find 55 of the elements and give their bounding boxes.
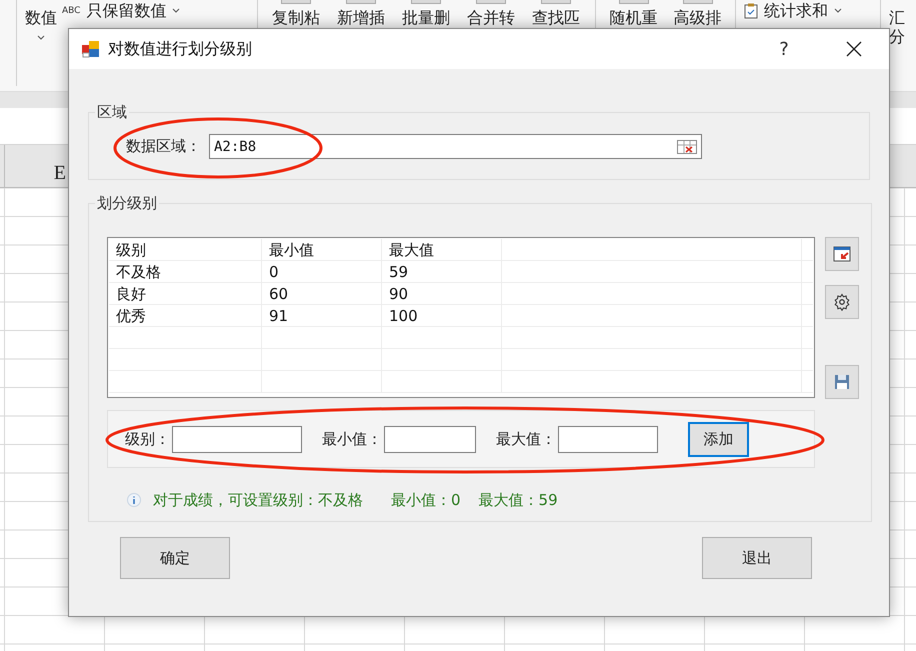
abc-icon: ABC [62, 6, 80, 16]
field-label: 级别： [125, 430, 170, 448]
settings-button[interactable] [825, 285, 859, 319]
ribbon-label[interactable]: 批量删 [402, 8, 450, 27]
table-cell: 90 [382, 283, 502, 304]
group-legend: 划分级别 [95, 194, 159, 213]
table-cell: 不及格 [109, 261, 262, 282]
table-cell: 60 [262, 283, 382, 304]
ok-button[interactable]: 确定 [120, 537, 230, 579]
input-field[interactable] [172, 426, 302, 452]
table-cell: 100 [382, 305, 502, 326]
ribbon-label[interactable]: 汇 [889, 8, 905, 27]
field-label: 最大值： [496, 430, 556, 448]
save-button[interactable] [825, 365, 859, 399]
input-field[interactable] [558, 426, 658, 452]
table-cell: 优秀 [109, 305, 262, 326]
caret-icon [37, 35, 45, 41]
window-title: 对数值进行划分级别 [108, 38, 253, 60]
help-button[interactable]: ? [749, 38, 819, 60]
import-button[interactable] [825, 237, 859, 271]
settings-icon [833, 293, 851, 311]
range-picker-icon[interactable] [677, 140, 697, 154]
field-label: 最小值： [322, 430, 382, 448]
ribbon-label[interactable]: 合并转 [467, 8, 515, 27]
caret-icon [172, 8, 180, 14]
app-icon [82, 40, 100, 58]
ribbon-label[interactable]: 复制粘 [272, 8, 320, 27]
column-header[interactable]: 级别 [109, 239, 262, 260]
ribbon-label[interactable]: 只保留数值 [86, 1, 166, 20]
ribbon-label[interactable]: 统计求和 [764, 1, 828, 20]
close-icon [846, 41, 862, 57]
ribbon-label[interactable]: 新增插 [337, 8, 385, 27]
hint-text: 对于成绩，可设置级别：不及格 [153, 490, 363, 510]
group-legend: 区域 [95, 103, 129, 122]
table-cell: 良好 [109, 283, 262, 304]
ribbon-label[interactable]: 分 [889, 27, 905, 46]
input-field[interactable] [384, 426, 476, 452]
hint-text: 最小值：0 [391, 490, 461, 510]
column-header[interactable]: 最大值 [382, 239, 502, 260]
column-header[interactable]: 最小值 [262, 239, 382, 260]
hint-text: 最大值：59 [478, 490, 558, 510]
clipboard-icon [744, 2, 758, 18]
add-button[interactable]: 添加 [688, 422, 749, 456]
ribbon-label[interactable]: 数值 [25, 8, 57, 27]
field-label: 数据区域： [126, 137, 201, 156]
exit-button[interactable]: 退出 [702, 537, 812, 579]
table-cell: 0 [262, 261, 382, 282]
range-field[interactable]: A2:B8 [209, 134, 702, 159]
table-cell: 91 [262, 305, 382, 326]
ribbon-label[interactable]: 随机重 [610, 8, 658, 27]
info-icon [127, 493, 141, 507]
table-cell: 59 [382, 261, 502, 282]
ribbon-label[interactable]: 高级排 [674, 8, 722, 27]
ribbon-label[interactable]: 查找匹 [532, 8, 580, 27]
caret-icon [834, 8, 842, 14]
